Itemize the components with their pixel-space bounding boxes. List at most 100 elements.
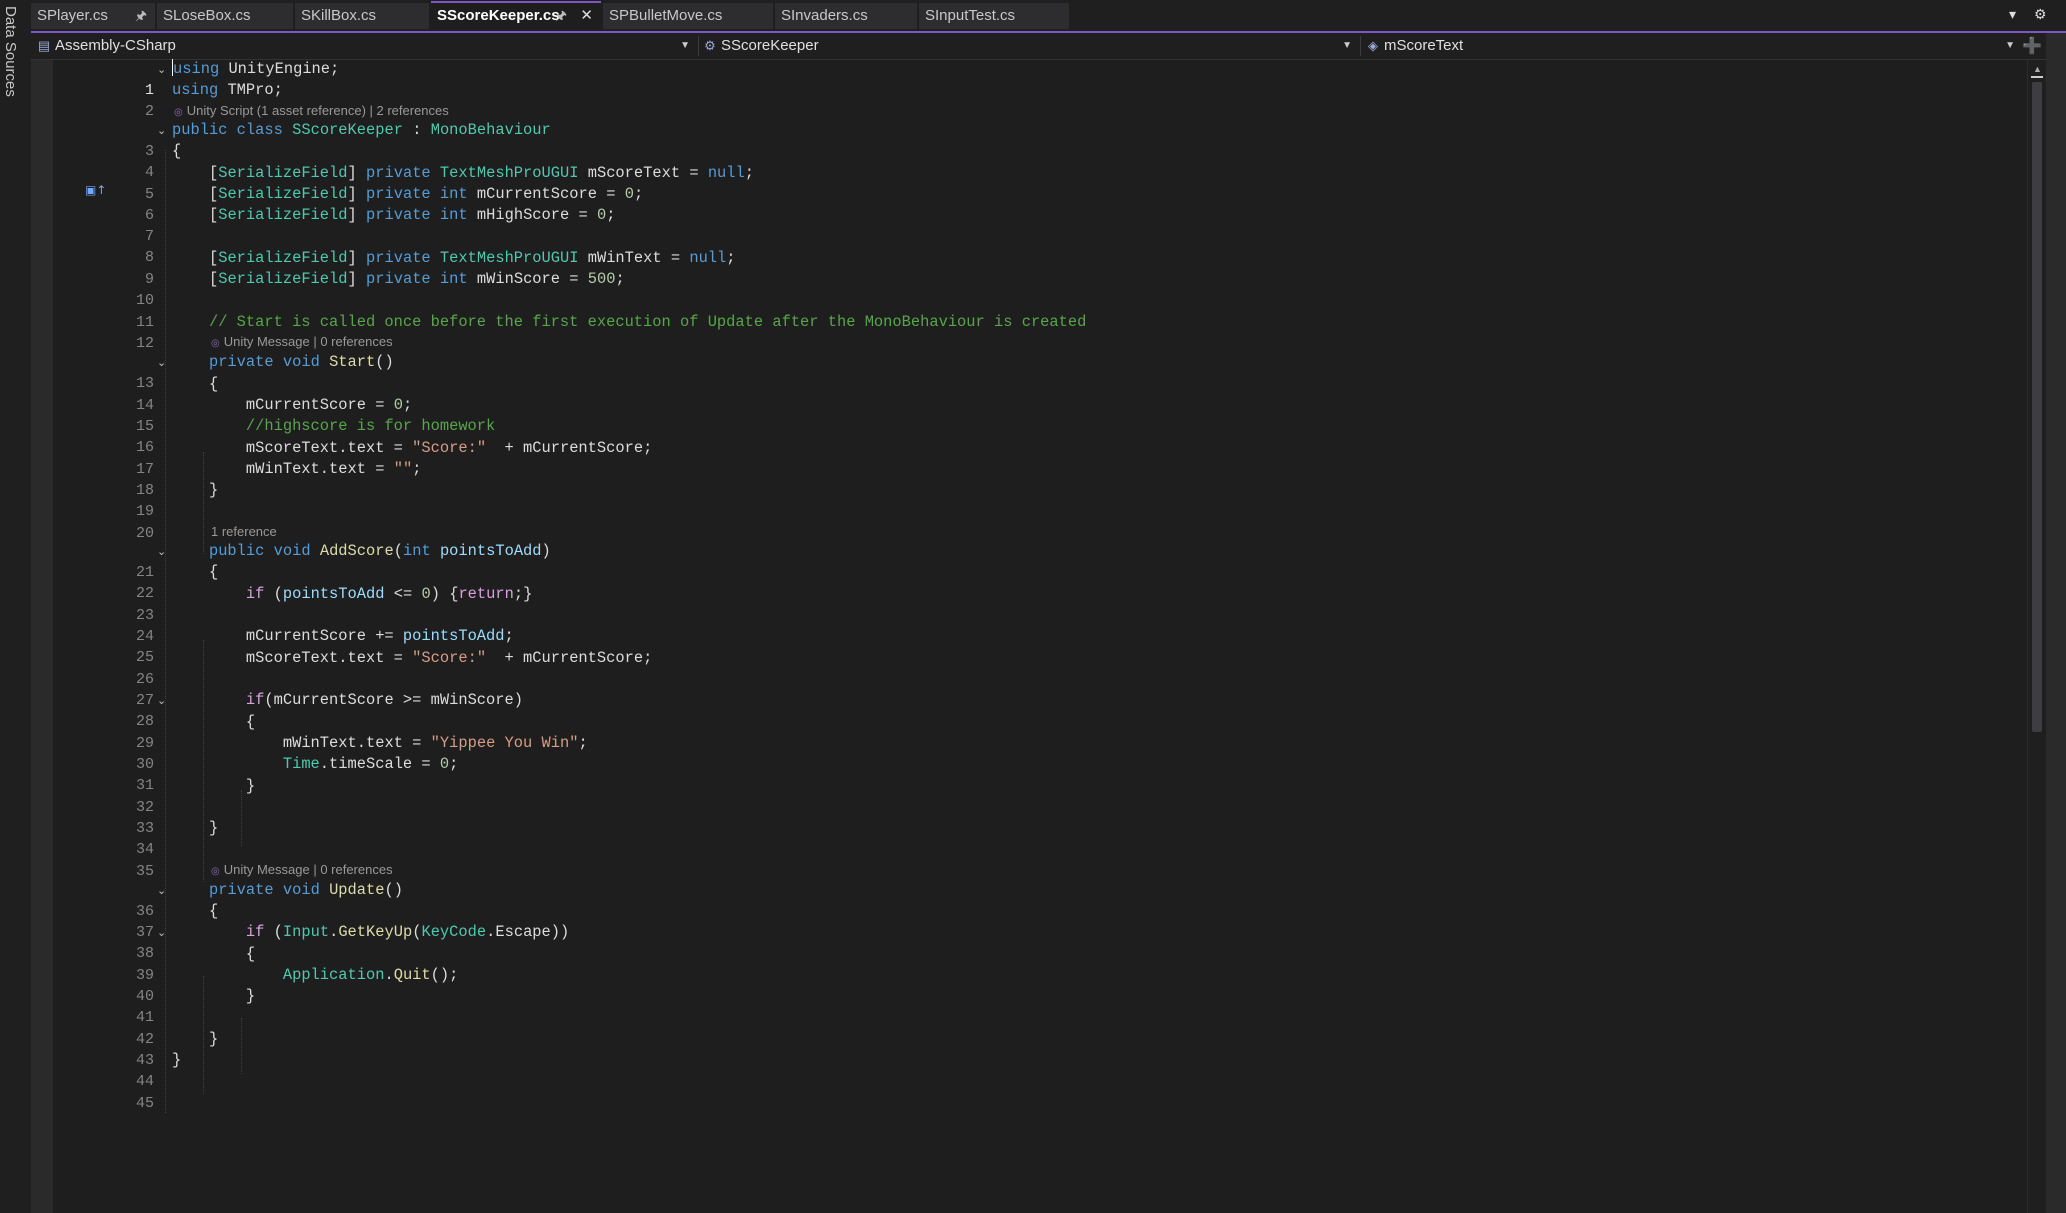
tab-sinputtest[interactable]: SInputTest.cs [919, 3, 1069, 29]
collapse-icon[interactable]: ⌄ [157, 690, 166, 711]
chevron-down-icon: ▼ [1342, 40, 1352, 51]
codelens-addscore[interactable]: 1 reference [211, 523, 277, 541]
scroll-up-icon[interactable]: ▲ [2033, 64, 2042, 74]
code-editor[interactable]: ▣↑ 1 ⌄ using UnityEngine; 2 using TMPro;… [31, 59, 2031, 1213]
code-line[interactable]: 42 [31, 1008, 2031, 1048]
token: class [236, 121, 283, 139]
code-line[interactable]: 21 ⌄ public void AddScore(int pointsToAd… [31, 541, 2031, 581]
code-line[interactable]: 8 [31, 226, 2031, 266]
code-line[interactable]: 1 ⌄ using UnityEngine; [31, 59, 2031, 99]
codelens-update[interactable]: ◎ Unity Message | 0 references [211, 861, 393, 879]
code-line[interactable]: 35 [31, 840, 2031, 880]
document-tab-bar: SPlayer.cs 🖈 SLoseBox.cs SKillBox.cs SSc… [31, 0, 2066, 33]
scrollbar-thumb[interactable] [2032, 82, 2042, 732]
code-line[interactable]: 13 ⌄ private void Start() [31, 352, 2031, 392]
tab-label: SKillBox.cs [301, 7, 377, 24]
code-line[interactable]: 37 { [31, 901, 2031, 941]
collapse-icon[interactable]: ⌄ [157, 922, 166, 943]
split-editor-icon[interactable]: ➕ [2022, 36, 2042, 56]
chevron-down-icon: ▼ [2005, 40, 2015, 51]
collapse-icon[interactable]: ⌄ [157, 352, 166, 373]
collapse-icon[interactable]: ⌄ [157, 59, 166, 80]
code-line[interactable]: 10 [SerializeField] private int mWinScor… [31, 269, 2031, 309]
divider [1360, 36, 1361, 56]
code-line[interactable]: 33 [31, 797, 2031, 837]
code-line[interactable]: 22 { [31, 562, 2031, 602]
code-line[interactable]: 18 mWinText.text = ""; [31, 459, 2031, 499]
code-line[interactable]: 15 mCurrentScore = 0; [31, 395, 2031, 435]
collapse-icon[interactable]: ⌄ [157, 120, 166, 141]
divider [698, 36, 699, 56]
code-line[interactable]: 39 { [31, 944, 2031, 984]
code-line[interactable]: 32 } [31, 776, 2031, 816]
code-line[interactable]: 40 Application.Quit(); [31, 965, 2031, 1005]
code-line[interactable]: 31 Time.timeScale = 0; [31, 754, 2031, 794]
code-line[interactable]: 17 mScoreText.text = "Score:" + mCurrent… [31, 438, 2031, 478]
code-line[interactable]: 25 mCurrentScore += pointsToAdd; [31, 626, 2031, 666]
collapse-icon[interactable]: ⌄ [157, 541, 166, 562]
code-line[interactable]: 20 [31, 502, 2031, 542]
token: using [173, 60, 220, 78]
code-line[interactable]: 14 { [31, 374, 2031, 414]
code-line[interactable]: 27 [31, 669, 2031, 709]
code-line[interactable]: 38 ⌄ if (Input.GetKeyUp(KeyCode.Escape)) [31, 922, 2031, 962]
tab-label: SPlayer.cs [37, 7, 108, 24]
member-dropdown[interactable]: ◈ mScoreText ▼ [1365, 33, 2021, 59]
vertical-scrollbar[interactable]: ▲ [2027, 60, 2046, 1213]
code-line[interactable]: 7 [SerializeField] private int mHighScor… [31, 205, 2031, 245]
code-line[interactable]: 30 mWinText.text = "Yippee You Win"; [31, 733, 2031, 773]
pin-icon[interactable]: 🖈 [135, 3, 147, 29]
tab-sscorekeeper[interactable]: SScoreKeeper.cs 🖈 ✕ [431, 1, 601, 29]
code-line[interactable]: 12 // Start is called once before the fi… [31, 312, 2031, 352]
code-line[interactable]: 3 ⌄ public class SScoreKeeper : MonoBeha… [31, 120, 2031, 160]
data-sources-tab[interactable]: Data Sources [2, 6, 19, 97]
code-line[interactable]: 29 { [31, 712, 2031, 752]
token: { [172, 142, 182, 160]
tab-label: SLoseBox.cs [163, 7, 251, 24]
collapse-icon[interactable]: ⌄ [157, 880, 166, 901]
type-dropdown[interactable]: ⚙ SScoreKeeper ▼ [702, 33, 1358, 59]
code-line[interactable]: 28 ⌄ if(mCurrentScore >= mWinScore) [31, 690, 2031, 730]
codelens-class[interactable]: ◎ Unity Script (1 asset reference) | 2 re… [174, 102, 449, 120]
tab-spbulletmove[interactable]: SPBulletMove.cs [603, 3, 773, 29]
project-icon: ▤ [37, 38, 51, 53]
chevron-down-icon: ▼ [680, 40, 690, 51]
tab-label: SInputTest.cs [925, 7, 1016, 24]
code-line[interactable]: 34 } [31, 818, 2031, 858]
tab-label: SInvaders.cs [781, 7, 868, 24]
token: using [172, 81, 219, 99]
line-number: 12 [135, 335, 154, 352]
project-dropdown[interactable]: ▤ Assembly-CSharp ▼ [36, 33, 696, 59]
line-number: 35 [135, 863, 154, 880]
token: public [172, 121, 228, 139]
code-line[interactable]: 36 ⌄ private void Update() [31, 880, 2031, 920]
code-line[interactable]: 4 { [31, 141, 2031, 181]
right-edge-panel [2046, 33, 2066, 1213]
code-line[interactable]: 43 } [31, 1029, 2031, 1069]
tab-sinvaders[interactable]: SInvaders.cs [775, 3, 917, 29]
code-line[interactable]: 45 [31, 1072, 2031, 1112]
code-line[interactable]: 23 if (pointsToAdd <= 0) {return;} [31, 584, 2031, 624]
code-line[interactable]: 26 mScoreText.text = "Score:" + mCurrent… [31, 648, 2031, 688]
pin-icon[interactable]: 🖈 [555, 3, 567, 29]
navigation-bar: ▤ Assembly-CSharp ▼ ⚙ SScoreKeeper ▼ ◈ mSco… [31, 33, 2066, 60]
gear-icon[interactable]: ⚙ [2034, 6, 2047, 23]
code-line[interactable]: 24 [31, 605, 2031, 645]
split-handle[interactable] [2031, 76, 2043, 78]
tab-slosebox[interactable]: SLoseBox.cs [157, 3, 293, 29]
token: MonoBehaviour [430, 121, 551, 139]
code-line[interactable]: 9 [SerializeField] private TextMeshProUG… [31, 248, 2031, 288]
code-line[interactable]: 5 [SerializeField] private TextMeshProUG… [31, 163, 2031, 203]
close-icon[interactable]: ✕ [580, 3, 593, 29]
code-line[interactable]: 2 using TMPro; [31, 80, 2031, 120]
code-line[interactable]: 19 } [31, 480, 2031, 520]
code-line[interactable]: 44 } [31, 1050, 2031, 1090]
code-line[interactable]: 11 [31, 291, 2031, 331]
code-line[interactable]: 41 } [31, 986, 2031, 1026]
codelens-start[interactable]: ◎ Unity Message | 0 references [211, 333, 393, 351]
code-line[interactable]: 6 [SerializeField] private int mCurrentS… [31, 184, 2031, 224]
tab-skillbox[interactable]: SKillBox.cs [295, 3, 429, 29]
chevron-down-icon[interactable]: ▾ [2009, 6, 2016, 23]
tab-splayer[interactable]: SPlayer.cs 🖈 [31, 3, 155, 29]
code-line[interactable]: 16 //highscore is for homework [31, 416, 2031, 456]
